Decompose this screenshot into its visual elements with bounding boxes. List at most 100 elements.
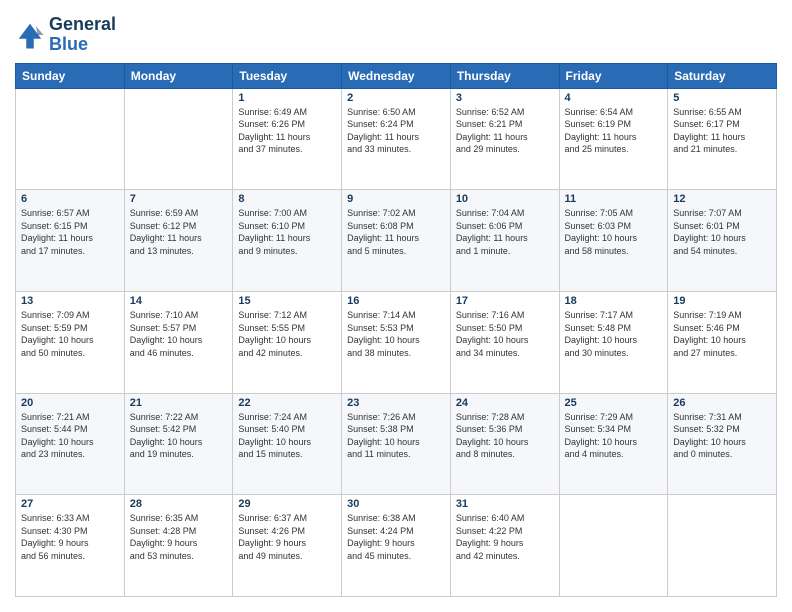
day-number: 21 xyxy=(130,397,228,409)
day-info: Sunrise: 7:02 AM Sunset: 6:08 PM Dayligh… xyxy=(347,207,445,257)
calendar-cell: 30 Sunrise: 6:38 AM Sunset: 4:24 PM Dayli… xyxy=(342,495,451,597)
day-info: Sunrise: 7:29 AM Sunset: 5:34 PM Dayligh… xyxy=(565,411,663,461)
page: General Blue SundayMondayTuesdayWednesda… xyxy=(0,0,792,612)
day-number: 28 xyxy=(130,498,228,510)
logo: General Blue xyxy=(15,15,116,55)
day-info: Sunrise: 7:24 AM Sunset: 5:40 PM Dayligh… xyxy=(238,411,336,461)
calendar-cell: 31 Sunrise: 6:40 AM Sunset: 4:22 PM Dayli… xyxy=(450,495,559,597)
day-info: Sunrise: 7:26 AM Sunset: 5:38 PM Dayligh… xyxy=(347,411,445,461)
calendar-cell: 29Sunrise: 6:37 AM Sunset: 4:26 PM Dayli… xyxy=(233,495,342,597)
calendar-week-3: 13 Sunrise: 7:09 AM Sunset: 5:59 PM Dayli… xyxy=(16,291,777,393)
day-info: Sunrise: 7:31 AM Sunset: 5:32 PM Dayligh… xyxy=(673,411,771,461)
calendar-week-2: 6Sunrise: 6:57 AM Sunset: 6:15 PM Daylig… xyxy=(16,190,777,292)
day-number: 10 xyxy=(456,193,554,205)
calendar-week-5: 27 Sunrise: 6:33 AM Sunset: 4:30 PM Dayli… xyxy=(16,495,777,597)
day-number: 31 xyxy=(456,498,554,510)
day-number: 3 xyxy=(456,92,554,104)
day-info: Sunrise: 6:55 AM Sunset: 6:17 PM Dayligh… xyxy=(673,106,771,156)
day-number: 11 xyxy=(565,193,663,205)
day-info: Sunrise: 7:19 AM Sunset: 5:46 PM Dayligh… xyxy=(673,309,771,359)
day-number: 30 xyxy=(347,498,445,510)
calendar-cell: 28 Sunrise: 6:35 AM Sunset: 4:28 PM Dayli… xyxy=(124,495,233,597)
day-number: 22 xyxy=(238,397,336,409)
day-info: Sunrise: 7:04 AM Sunset: 6:06 PM Dayligh… xyxy=(456,207,554,257)
day-info: Sunrise: 6:40 AM Sunset: 4:22 PM Dayligh… xyxy=(456,512,554,562)
day-info: Sunrise: 6:50 AM Sunset: 6:24 PM Dayligh… xyxy=(347,106,445,156)
day-info: Sunrise: 7:05 AM Sunset: 6:03 PM Dayligh… xyxy=(565,207,663,257)
calendar-cell: 23 Sunrise: 7:26 AM Sunset: 5:38 PM Dayli… xyxy=(342,393,451,495)
day-number: 29 xyxy=(238,498,336,510)
header: General Blue xyxy=(15,15,777,55)
day-info: Sunrise: 6:49 AM Sunset: 6:26 PM Dayligh… xyxy=(238,106,336,156)
day-header-wednesday: Wednesday xyxy=(342,63,451,88)
calendar-cell xyxy=(124,88,233,190)
day-number: 18 xyxy=(565,295,663,307)
day-info: Sunrise: 7:14 AM Sunset: 5:53 PM Dayligh… xyxy=(347,309,445,359)
day-number: 14 xyxy=(130,295,228,307)
day-info: Sunrise: 7:16 AM Sunset: 5:50 PM Dayligh… xyxy=(456,309,554,359)
calendar-cell: 5 Sunrise: 6:55 AM Sunset: 6:17 PM Daylig… xyxy=(668,88,777,190)
day-header-friday: Friday xyxy=(559,63,668,88)
day-number: 24 xyxy=(456,397,554,409)
day-info: Sunrise: 7:09 AM Sunset: 5:59 PM Dayligh… xyxy=(21,309,119,359)
calendar-header-row: SundayMondayTuesdayWednesdayThursdayFrid… xyxy=(16,63,777,88)
day-number: 19 xyxy=(673,295,771,307)
calendar-cell: 16 Sunrise: 7:14 AM Sunset: 5:53 PM Dayli… xyxy=(342,291,451,393)
day-info: Sunrise: 6:38 AM Sunset: 4:24 PM Dayligh… xyxy=(347,512,445,562)
day-info: Sunrise: 7:21 AM Sunset: 5:44 PM Dayligh… xyxy=(21,411,119,461)
day-header-tuesday: Tuesday xyxy=(233,63,342,88)
day-number: 25 xyxy=(565,397,663,409)
day-number: 2 xyxy=(347,92,445,104)
day-number: 12 xyxy=(673,193,771,205)
day-info: Sunrise: 6:33 AM Sunset: 4:30 PM Dayligh… xyxy=(21,512,119,562)
calendar-cell: 13 Sunrise: 7:09 AM Sunset: 5:59 PM Dayli… xyxy=(16,291,125,393)
day-info: Sunrise: 6:59 AM Sunset: 6:12 PM Dayligh… xyxy=(130,207,228,257)
day-info: Sunrise: 7:07 AM Sunset: 6:01 PM Dayligh… xyxy=(673,207,771,257)
calendar-week-1: 1 Sunrise: 6:49 AM Sunset: 6:26 PM Daylig… xyxy=(16,88,777,190)
day-number: 13 xyxy=(21,295,119,307)
calendar-cell: 24 Sunrise: 7:28 AM Sunset: 5:36 PM Dayli… xyxy=(450,393,559,495)
day-info: Sunrise: 7:12 AM Sunset: 5:55 PM Dayligh… xyxy=(238,309,336,359)
day-number: 5 xyxy=(673,92,771,104)
calendar-cell: 6Sunrise: 6:57 AM Sunset: 6:15 PM Daylig… xyxy=(16,190,125,292)
day-info: Sunrise: 6:54 AM Sunset: 6:19 PM Dayligh… xyxy=(565,106,663,156)
calendar-cell xyxy=(668,495,777,597)
calendar-cell: 20 Sunrise: 7:21 AM Sunset: 5:44 PM Dayli… xyxy=(16,393,125,495)
logo-text: General Blue xyxy=(49,15,116,55)
day-info: Sunrise: 6:52 AM Sunset: 6:21 PM Dayligh… xyxy=(456,106,554,156)
calendar-cell: 15 Sunrise: 7:12 AM Sunset: 5:55 PM Dayli… xyxy=(233,291,342,393)
calendar-cell: 9 Sunrise: 7:02 AM Sunset: 6:08 PM Daylig… xyxy=(342,190,451,292)
day-header-sunday: Sunday xyxy=(16,63,125,88)
calendar-cell: 1 Sunrise: 6:49 AM Sunset: 6:26 PM Daylig… xyxy=(233,88,342,190)
calendar-cell xyxy=(559,495,668,597)
day-info: Sunrise: 6:57 AM Sunset: 6:15 PM Dayligh… xyxy=(21,207,119,257)
day-number: 27 xyxy=(21,498,119,510)
day-number: 8 xyxy=(238,193,336,205)
day-info: Sunrise: 6:35 AM Sunset: 4:28 PM Dayligh… xyxy=(130,512,228,562)
day-number: 1 xyxy=(238,92,336,104)
calendar-cell: 7 Sunrise: 6:59 AM Sunset: 6:12 PM Daylig… xyxy=(124,190,233,292)
calendar-cell: 17Sunrise: 7:16 AM Sunset: 5:50 PM Dayli… xyxy=(450,291,559,393)
calendar-cell: 2 Sunrise: 6:50 AM Sunset: 6:24 PM Daylig… xyxy=(342,88,451,190)
day-number: 7 xyxy=(130,193,228,205)
day-number: 4 xyxy=(565,92,663,104)
day-header-monday: Monday xyxy=(124,63,233,88)
calendar-cell: 14 Sunrise: 7:10 AM Sunset: 5:57 PM Dayli… xyxy=(124,291,233,393)
day-number: 16 xyxy=(347,295,445,307)
calendar-cell: 25 Sunrise: 7:29 AM Sunset: 5:34 PM Dayli… xyxy=(559,393,668,495)
day-number: 23 xyxy=(347,397,445,409)
day-number: 26 xyxy=(673,397,771,409)
day-info: Sunrise: 7:00 AM Sunset: 6:10 PM Dayligh… xyxy=(238,207,336,257)
calendar-cell: 26 Sunrise: 7:31 AM Sunset: 5:32 PM Dayli… xyxy=(668,393,777,495)
day-number: 15 xyxy=(238,295,336,307)
calendar-cell: 22 Sunrise: 7:24 AM Sunset: 5:40 PM Dayli… xyxy=(233,393,342,495)
day-info: Sunrise: 7:22 AM Sunset: 5:42 PM Dayligh… xyxy=(130,411,228,461)
day-info: Sunrise: 7:17 AM Sunset: 5:48 PM Dayligh… xyxy=(565,309,663,359)
day-number: 20 xyxy=(21,397,119,409)
day-info: Sunrise: 7:28 AM Sunset: 5:36 PM Dayligh… xyxy=(456,411,554,461)
day-number: 9 xyxy=(347,193,445,205)
calendar-cell: 19 Sunrise: 7:19 AM Sunset: 5:46 PM Dayli… xyxy=(668,291,777,393)
day-info: Sunrise: 7:10 AM Sunset: 5:57 PM Dayligh… xyxy=(130,309,228,359)
calendar-cell: 11 Sunrise: 7:05 AM Sunset: 6:03 PM Dayli… xyxy=(559,190,668,292)
calendar-cell xyxy=(16,88,125,190)
